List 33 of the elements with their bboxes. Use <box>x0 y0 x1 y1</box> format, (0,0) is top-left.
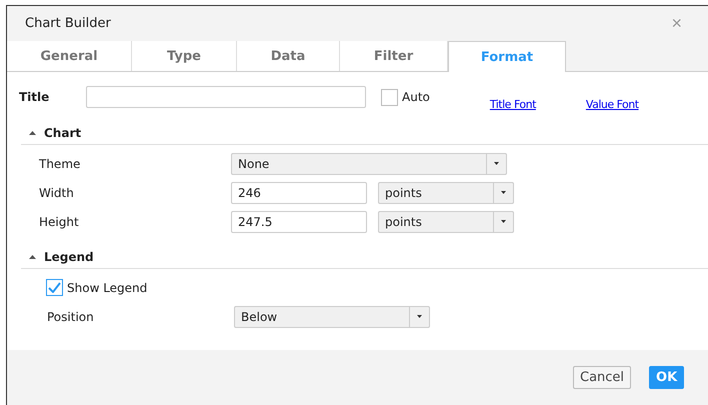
title-input[interactable] <box>86 86 366 108</box>
dropdown[interactable]: Below <box>234 306 430 328</box>
checkbox-label: Auto <box>402 90 430 104</box>
check-icon <box>48 282 61 293</box>
input-field[interactable]: 246 <box>231 182 367 204</box>
tab[interactable]: General <box>7 41 132 71</box>
caret-icon <box>501 220 506 223</box>
link[interactable]: Title Font <box>490 98 536 110</box>
field-label: Theme <box>39 156 82 170</box>
checkbox[interactable] <box>381 88 398 106</box>
cancel-button[interactable]: Cancel <box>573 366 632 389</box>
field-label: Title <box>19 90 50 104</box>
checkbox[interactable] <box>46 279 63 296</box>
field-label: Width <box>39 186 75 200</box>
checkbox-label: Show Legend <box>67 280 148 294</box>
dropdown[interactable]: points <box>378 210 514 232</box>
section-title: Chart <box>44 126 82 140</box>
tab[interactable]: Data <box>237 41 340 71</box>
caret-icon <box>417 315 422 318</box>
field-label: Position <box>47 310 95 324</box>
caret-icon <box>494 162 499 165</box>
section-title: Legend <box>44 250 94 264</box>
tab[interactable]: Type <box>132 41 237 71</box>
tab[interactable]: Filter <box>340 41 448 71</box>
link[interactable]: Value Font <box>586 98 639 110</box>
window-title: Chart Builder <box>25 16 111 31</box>
dropdown[interactable]: points <box>378 182 514 204</box>
collapse-icon[interactable] <box>29 131 36 135</box>
input-field[interactable]: 247.5 <box>231 210 367 232</box>
collapse-icon[interactable] <box>29 255 36 259</box>
dropdown[interactable]: None <box>231 152 507 174</box>
caret-icon <box>501 191 506 194</box>
field-label: Height <box>39 214 80 228</box>
